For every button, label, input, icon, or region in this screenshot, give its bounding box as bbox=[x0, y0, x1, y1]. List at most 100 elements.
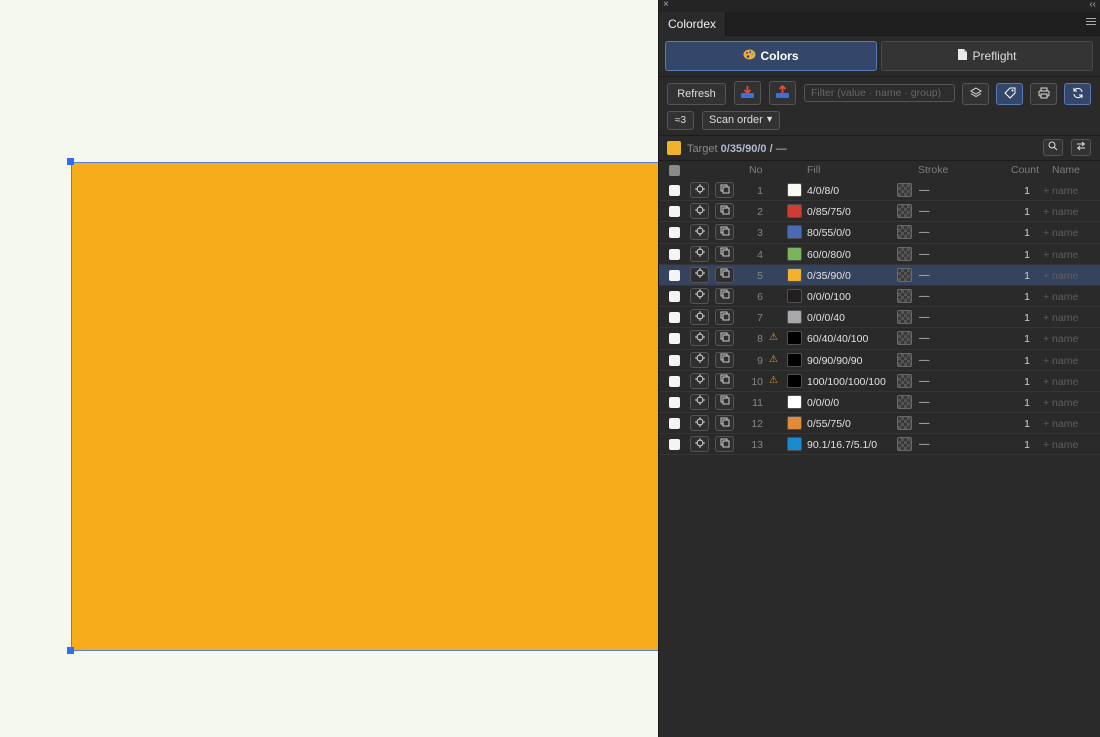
table-row[interactable]: 3 80/55/0/0 — 1 + name bbox=[659, 222, 1100, 244]
fill-swatch[interactable] bbox=[787, 437, 802, 452]
row-checkbox[interactable] bbox=[669, 185, 680, 196]
export-button[interactable] bbox=[769, 81, 796, 105]
table-row[interactable]: 4 60/0/80/0 — 1 + name bbox=[659, 244, 1100, 265]
table-row[interactable]: 7 0/0/0/40 — 1 + name bbox=[659, 307, 1100, 329]
stroke-swatch-none[interactable] bbox=[897, 288, 912, 303]
name-field[interactable]: + name bbox=[1043, 249, 1078, 261]
fill-swatch[interactable] bbox=[787, 246, 802, 261]
tag-button[interactable] bbox=[996, 83, 1023, 105]
locate-button[interactable] bbox=[690, 415, 709, 432]
stroke-swatch-none[interactable] bbox=[897, 352, 912, 367]
duplicate-button[interactable] bbox=[715, 266, 734, 283]
duplicate-button[interactable] bbox=[715, 245, 734, 262]
column-count[interactable]: Count bbox=[1011, 164, 1039, 176]
stroke-swatch-none[interactable] bbox=[897, 416, 912, 431]
stroke-swatch-none[interactable] bbox=[897, 246, 912, 261]
row-checkbox[interactable] bbox=[669, 333, 680, 345]
locate-button[interactable] bbox=[690, 436, 709, 453]
table-row[interactable]: 1 4/0/8/0 — 1 + name bbox=[659, 180, 1100, 202]
stroke-swatch-none[interactable] bbox=[897, 331, 912, 346]
name-field[interactable]: + name bbox=[1043, 312, 1078, 324]
filter-input[interactable]: Filter (value · name · group) bbox=[804, 84, 955, 102]
duplicate-button[interactable] bbox=[715, 309, 734, 326]
name-field[interactable]: + name bbox=[1043, 227, 1078, 239]
column-fill[interactable]: Fill bbox=[807, 164, 820, 176]
locate-button[interactable] bbox=[690, 182, 709, 198]
fill-swatch[interactable] bbox=[787, 267, 802, 282]
locate-button[interactable] bbox=[690, 309, 709, 326]
name-field[interactable]: + name bbox=[1043, 206, 1078, 218]
selection-handle-bottom-left[interactable] bbox=[67, 647, 74, 654]
locate-button[interactable] bbox=[690, 287, 709, 304]
name-field[interactable]: + name bbox=[1043, 270, 1078, 282]
row-checkbox[interactable] bbox=[669, 227, 680, 239]
table-row[interactable]: 10 ⚠ 100/100/100/100 — 1 + name bbox=[659, 371, 1100, 392]
name-field[interactable]: + name bbox=[1043, 355, 1078, 367]
duplicate-button[interactable] bbox=[715, 415, 734, 432]
locate-button[interactable] bbox=[690, 266, 709, 283]
table-row[interactable]: 5 0/35/90/0 — 1 + name bbox=[659, 264, 1100, 286]
swap-button[interactable] bbox=[1071, 139, 1091, 156]
table-row[interactable]: 11 0/0/0/0 — 1 + name bbox=[659, 392, 1100, 414]
locate-button[interactable] bbox=[690, 245, 709, 262]
table-row[interactable]: 13 90.1/16.7/5.1/0 — 1 + name bbox=[659, 434, 1100, 456]
fill-swatch[interactable] bbox=[787, 204, 802, 219]
row-checkbox[interactable] bbox=[669, 418, 680, 430]
fill-swatch[interactable] bbox=[787, 310, 802, 325]
import-button[interactable] bbox=[734, 81, 761, 105]
fill-swatch[interactable] bbox=[787, 288, 802, 303]
fill-swatch[interactable] bbox=[787, 225, 802, 240]
sort-select[interactable]: Scan order ▼ bbox=[702, 111, 780, 130]
row-checkbox[interactable] bbox=[669, 354, 680, 366]
fill-swatch[interactable] bbox=[787, 183, 802, 197]
panel-menu-icon[interactable] bbox=[1086, 18, 1096, 28]
duplicate-button[interactable] bbox=[715, 203, 734, 220]
fill-swatch[interactable] bbox=[787, 416, 802, 431]
fill-swatch[interactable] bbox=[787, 394, 802, 409]
row-checkbox[interactable] bbox=[669, 248, 680, 260]
row-checkbox[interactable] bbox=[669, 439, 680, 451]
duplicate-button[interactable] bbox=[715, 224, 734, 241]
locate-button[interactable] bbox=[690, 224, 709, 241]
collapse-icon[interactable]: ‹‹ bbox=[1089, 0, 1096, 10]
close-icon[interactable]: × bbox=[663, 0, 669, 10]
refresh-button[interactable]: Refresh bbox=[667, 83, 726, 105]
column-name[interactable]: Name bbox=[1052, 164, 1080, 176]
table-row[interactable]: 8 ⚠ 60/40/40/100 — 1 + name bbox=[659, 328, 1100, 350]
name-field[interactable]: + name bbox=[1043, 439, 1078, 451]
stroke-swatch-none[interactable] bbox=[897, 394, 912, 409]
table-row[interactable]: 6 0/0/0/100 — 1 + name bbox=[659, 286, 1100, 308]
stroke-swatch-none[interactable] bbox=[897, 437, 912, 452]
name-field[interactable]: + name bbox=[1043, 291, 1078, 303]
stroke-swatch-none[interactable] bbox=[897, 310, 912, 325]
locate-button[interactable] bbox=[690, 351, 709, 368]
fill-swatch[interactable] bbox=[787, 352, 802, 367]
duplicate-button[interactable] bbox=[715, 330, 734, 347]
name-field[interactable]: + name bbox=[1043, 376, 1078, 388]
name-field[interactable]: + name bbox=[1043, 418, 1078, 430]
table-row[interactable]: 12 0/55/75/0 — 1 + name bbox=[659, 413, 1100, 435]
duplicate-button[interactable] bbox=[715, 287, 734, 304]
stroke-swatch-none[interactable] bbox=[897, 183, 912, 197]
row-checkbox[interactable] bbox=[669, 312, 680, 324]
stroke-swatch-none[interactable] bbox=[897, 225, 912, 240]
column-stroke[interactable]: Stroke bbox=[918, 164, 948, 176]
name-field[interactable]: + name bbox=[1043, 397, 1078, 409]
duplicate-button[interactable] bbox=[715, 372, 734, 389]
locate-button[interactable] bbox=[690, 330, 709, 347]
table-row[interactable]: 2 0/85/75/0 — 1 + name bbox=[659, 201, 1100, 223]
row-checkbox[interactable] bbox=[669, 206, 680, 218]
stroke-swatch-none[interactable] bbox=[897, 267, 912, 282]
column-no[interactable]: No bbox=[749, 164, 762, 176]
duplicate-button[interactable] bbox=[715, 351, 734, 368]
stroke-swatch-none[interactable] bbox=[897, 373, 912, 388]
name-field[interactable]: + name bbox=[1043, 333, 1078, 345]
name-field[interactable]: + name bbox=[1043, 185, 1078, 197]
fill-swatch[interactable] bbox=[787, 373, 802, 388]
duplicate-button[interactable] bbox=[715, 436, 734, 453]
table-row[interactable]: 9 ⚠ 90/90/90/90 — 1 + name bbox=[659, 350, 1100, 371]
locate-button[interactable] bbox=[690, 203, 709, 220]
similar-colors-button[interactable]: ≈3 bbox=[667, 111, 694, 130]
duplicate-button[interactable] bbox=[715, 393, 734, 410]
zoom-button[interactable] bbox=[1043, 139, 1063, 156]
